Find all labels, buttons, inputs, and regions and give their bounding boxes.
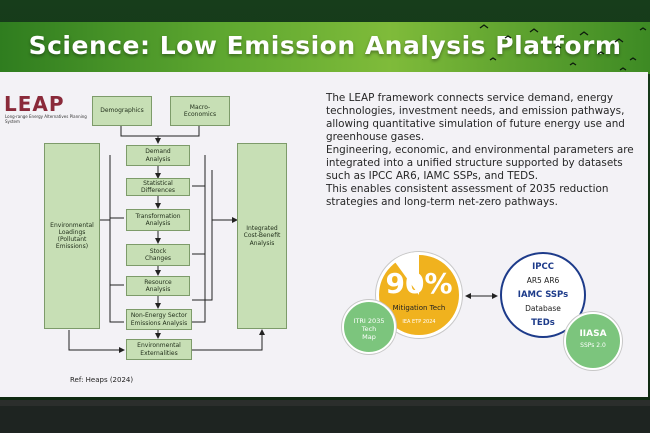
birds-decoration: [479, 24, 647, 71]
environmental-externalities-box: Environmental Externalities: [126, 339, 192, 360]
ipcc-label: IPCC: [532, 262, 554, 272]
stock-changes-box: Stock Changes: [126, 244, 190, 266]
paragraph-2: Engineering, economic, and environmental…: [326, 144, 634, 182]
macro-economics-box: Macro- Economics: [170, 96, 230, 126]
paragraph-3: This enables consistent assessment of 20…: [326, 183, 609, 208]
iiasa-name: IIASA: [579, 329, 607, 339]
statistical-differences-box: Statistical Differences: [126, 178, 190, 196]
itri-line1: ITRI 2035: [353, 317, 385, 325]
description-text: The LEAP framework connects service dema…: [326, 92, 646, 209]
itri-line3: Map: [362, 333, 376, 341]
iiasa-version: SSPs 2.0: [580, 342, 606, 349]
paragraph-1: The LEAP framework connects service dema…: [326, 92, 625, 143]
transformation-analysis-box: Transformation Analysis: [126, 209, 190, 231]
mitigation-percent: 90%: [385, 267, 453, 300]
itri-line2: Tech: [361, 325, 377, 333]
itri-tech-map-circle: ITRI 2035 Tech Map: [342, 300, 396, 354]
ar-label: AR5 AR6: [526, 276, 560, 285]
leap-logo-tagline: Long-range Energy Alternatives Planning …: [5, 114, 87, 124]
resource-analysis-box: Resource Analysis: [126, 276, 190, 296]
iamc-label: IAMC SSPs: [517, 290, 569, 300]
leap-logo: LEAP: [4, 92, 65, 116]
environmental-loadings-box: Environmental Loadings (Pollutant Emissi…: [44, 143, 100, 329]
reference-note: Ref: Heaps (2024): [70, 376, 134, 384]
iiasa-circle: IIASA SSPs 2.0: [564, 312, 622, 370]
screen-bottom-frame: [0, 400, 650, 406]
database-label: Database: [525, 304, 561, 313]
demographics-box: Demographics: [92, 96, 152, 126]
integrated-cost-benefit-box: Integrated Cost-Benefit Analysis: [237, 143, 287, 329]
non-energy-emissions-box: Non-Energy Sector Emissions Analysis: [126, 309, 192, 330]
demand-analysis-box: Demand Analysis: [126, 145, 190, 166]
